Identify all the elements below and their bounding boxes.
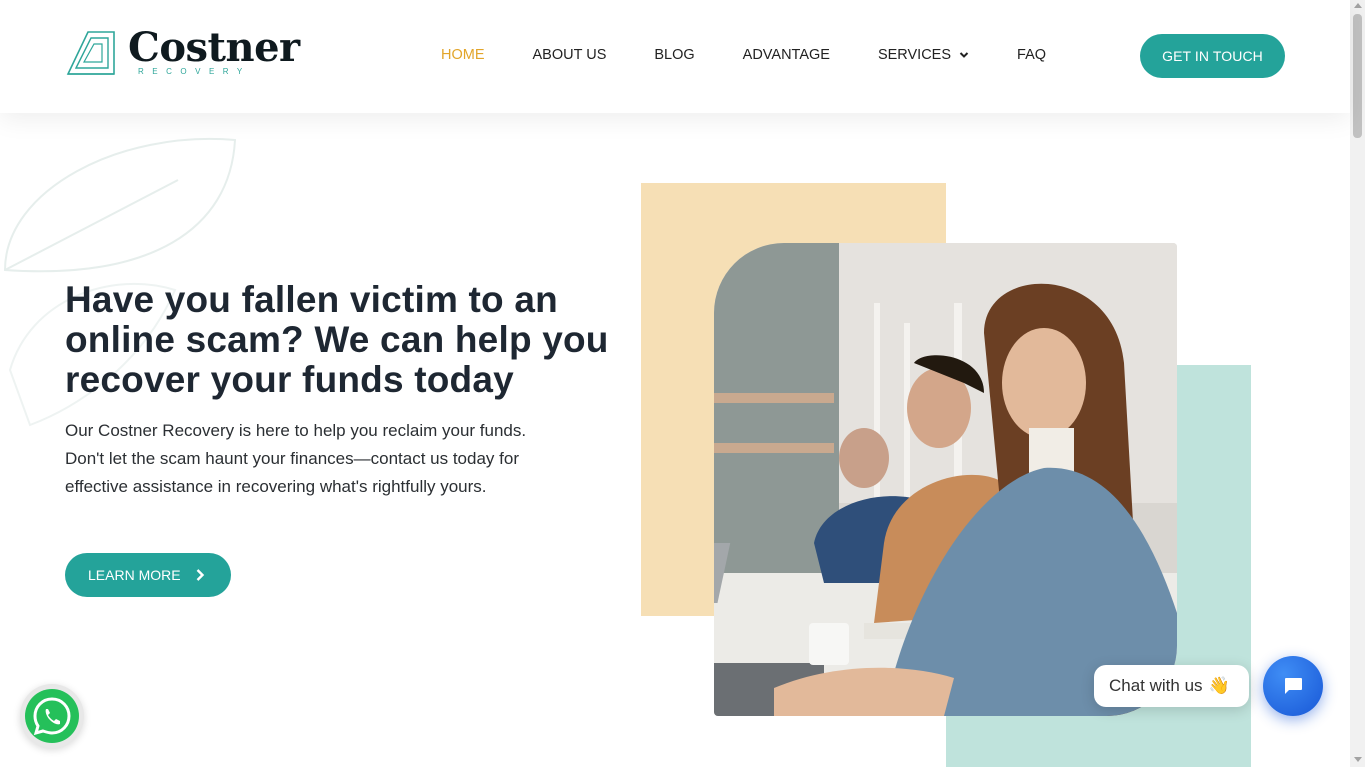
chevron-right-icon bbox=[196, 569, 205, 581]
wave-emoji: 👋 bbox=[1208, 676, 1230, 695]
logo-mark-icon bbox=[66, 31, 115, 75]
nav-blog[interactable]: BLOG bbox=[654, 47, 694, 63]
nav-home[interactable]: HOME bbox=[441, 47, 485, 63]
hero-description: Our Costner Recovery is here to help you… bbox=[65, 421, 527, 496]
logo[interactable]: Costner RECOVERY bbox=[64, 28, 300, 76]
page-scrollbar[interactable] bbox=[1350, 0, 1365, 767]
scroll-up-icon[interactable] bbox=[1354, 3, 1362, 8]
main-nav: HOME ABOUT US BLOG ADVANTAGE SERVICES FA… bbox=[441, 47, 1046, 63]
chat-icon bbox=[1285, 678, 1302, 694]
learn-more-label: LEARN MORE bbox=[88, 567, 181, 583]
site-header: Costner RECOVERY HOME ABOUT US BLOG ADVA… bbox=[0, 0, 1350, 113]
hero-photo bbox=[714, 243, 1177, 716]
chevron-down-icon bbox=[959, 52, 969, 58]
logo-wordmark: Costner bbox=[128, 24, 300, 71]
logo-tagline: RECOVERY bbox=[138, 67, 251, 76]
get-in-touch-button[interactable]: GET IN TOUCH bbox=[1140, 34, 1285, 78]
chat-prompt[interactable]: Chat with us 👋 bbox=[1094, 665, 1249, 707]
whatsapp-icon bbox=[33, 697, 71, 736]
nav-advantage[interactable]: ADVANTAGE bbox=[743, 47, 830, 63]
nav-about-us[interactable]: ABOUT US bbox=[533, 47, 607, 63]
scroll-down-icon[interactable] bbox=[1354, 757, 1362, 762]
whatsapp-button[interactable] bbox=[20, 684, 84, 748]
learn-more-button[interactable]: LEARN MORE bbox=[65, 553, 231, 597]
chat-label: Chat with us bbox=[1109, 676, 1203, 695]
chat-launcher-button[interactable] bbox=[1263, 656, 1323, 716]
scroll-thumb[interactable] bbox=[1353, 14, 1362, 138]
nav-services[interactable]: SERVICES bbox=[878, 47, 969, 63]
nav-faq[interactable]: FAQ bbox=[1017, 47, 1046, 63]
hero-title: Have you fallen victim to an online scam… bbox=[65, 279, 609, 400]
nav-services-label: SERVICES bbox=[877, 47, 952, 63]
